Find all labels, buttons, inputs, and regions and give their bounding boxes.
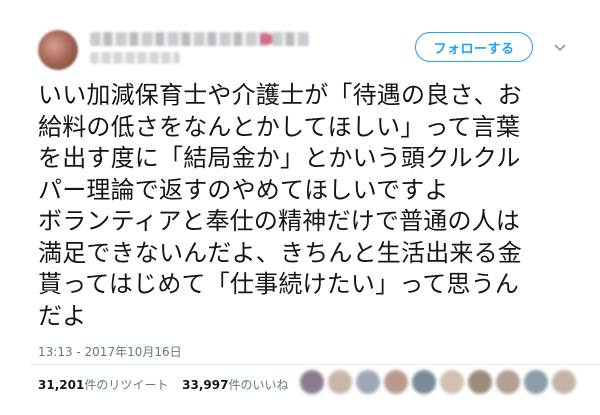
retweet-label: 件のリツイート	[84, 378, 169, 392]
liker-avatar[interactable]	[356, 370, 380, 394]
retweet-stat[interactable]: 31,201件のリツイート	[38, 378, 168, 392]
like-label: 件のいいね	[228, 378, 289, 392]
liker-avatars	[300, 370, 576, 394]
like-count: 33,997	[182, 378, 229, 392]
retweet-count: 31,201	[38, 378, 85, 392]
liker-avatar[interactable]	[300, 370, 324, 394]
liker-avatar[interactable]	[328, 370, 352, 394]
user-name-blurred[interactable]	[90, 32, 310, 46]
user-handle-blurred	[90, 52, 180, 64]
follow-button[interactable]: フォローする	[415, 32, 533, 62]
liker-avatar[interactable]	[524, 370, 548, 394]
avatar[interactable]	[38, 30, 78, 70]
divider	[30, 364, 600, 365]
tweet-timestamp[interactable]: 13:13 - 2017年10月16日	[38, 343, 182, 360]
liker-avatar[interactable]	[384, 370, 408, 394]
liker-avatar[interactable]	[552, 370, 576, 394]
liker-avatar[interactable]	[440, 370, 464, 394]
liker-avatar[interactable]	[412, 370, 436, 394]
like-stat[interactable]: 33,997件のいいね	[182, 378, 288, 392]
user-info[interactable]	[90, 30, 320, 70]
chevron-down-icon[interactable]	[552, 40, 568, 56]
liker-avatar[interactable]	[496, 370, 520, 394]
liker-avatar[interactable]	[468, 370, 492, 394]
badge-icon	[260, 34, 272, 44]
tweet-stats: 31,201件のリツイート 33,997件のいいね	[38, 376, 298, 393]
tweet-text: いい加減保育士や介護士が「待遇の良さ、お 給料の低さをなんとかしてほしい」って言…	[38, 81, 522, 330]
